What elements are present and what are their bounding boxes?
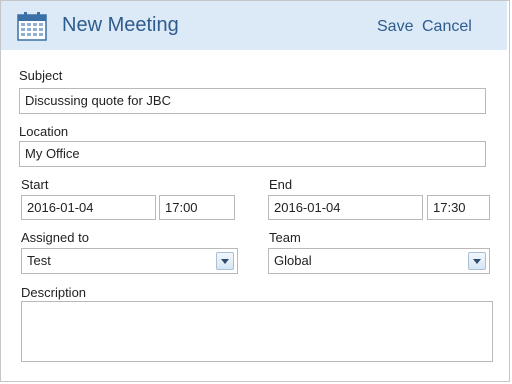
end-time-input[interactable]: 17:30: [427, 195, 490, 220]
assigned-to-value: Test: [27, 253, 51, 268]
dialog-header: New Meeting Save Cancel: [1, 1, 507, 50]
save-button[interactable]: Save: [377, 18, 413, 36]
calendar-icon: [17, 12, 47, 41]
location-input[interactable]: My Office: [19, 141, 486, 167]
cancel-button[interactable]: Cancel: [422, 18, 472, 36]
dialog-title: New Meeting: [62, 14, 179, 36]
team-label: Team: [269, 230, 301, 245]
chevron-down-icon[interactable]: [468, 252, 486, 270]
subject-input[interactable]: Discussing quote for JBC: [19, 88, 486, 114]
description-label: Description: [21, 285, 87, 300]
end-label: End: [269, 177, 293, 192]
assigned-to-select[interactable]: Test: [21, 248, 238, 274]
subject-label: Subject: [19, 68, 63, 83]
assigned-to-label: Assigned to: [21, 230, 89, 245]
start-time-input[interactable]: 17:00: [159, 195, 235, 220]
end-date-input[interactable]: 2016-01-04: [268, 195, 423, 220]
start-date-input[interactable]: 2016-01-04: [21, 195, 156, 220]
team-select[interactable]: Global: [268, 248, 490, 274]
chevron-down-icon[interactable]: [216, 252, 234, 270]
start-label: Start: [21, 177, 49, 192]
description-textarea[interactable]: [21, 301, 493, 362]
team-value: Global: [274, 253, 312, 268]
location-label: Location: [19, 124, 69, 139]
